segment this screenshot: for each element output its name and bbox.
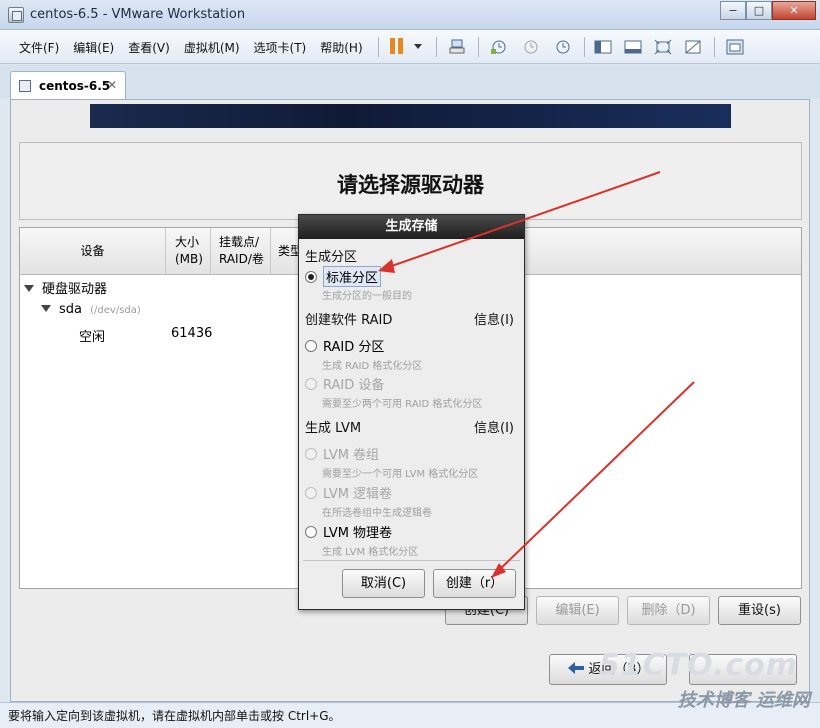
- menu-toolbar: 文件(F) 编辑(E) 查看(V) 虚拟机(M) 选项卡(T) 帮助(H): [0, 30, 820, 64]
- chevron-down-icon[interactable]: [414, 44, 422, 49]
- menu-view[interactable]: 查看(V): [121, 39, 177, 56]
- fullscreen-icon[interactable]: [654, 39, 672, 55]
- vm-icon: [19, 80, 31, 92]
- radio-lvm-volume-group[interactable]: [305, 448, 317, 460]
- disk-path: (/dev/sda): [90, 305, 141, 316]
- option-lvm-logical-volume[interactable]: LVM 逻辑卷: [305, 483, 392, 502]
- standard-partition-label: 标准分区: [323, 266, 382, 287]
- expand-icon[interactable]: [24, 285, 34, 292]
- toolbar-separator: [436, 37, 437, 57]
- free-label: 空闲: [79, 330, 106, 345]
- raid-partition-desc: 生成 RAID 格式化分区: [322, 361, 423, 372]
- option-lvm-volume-group[interactable]: LVM 卷组: [305, 444, 379, 463]
- page-title: 请选择源驱动器: [337, 173, 484, 197]
- disk-label: sda: [59, 302, 82, 317]
- section-create-partition: 生成分区: [305, 250, 358, 265]
- lvm-lv-label: LVM 逻辑卷: [323, 487, 393, 502]
- status-text: 要将输入定向到该虚拟机，请在虚拟机内部单击或按 Ctrl+G。: [8, 709, 341, 723]
- create-storage-dialog: 生成存储 生成分区 标准分区 生成分区的一般目的 创建软件 RAID 信息(I)…: [298, 214, 525, 610]
- tree-row-hard-drives[interactable]: 硬盘驱动器: [24, 278, 107, 297]
- option-raid-partition[interactable]: RAID 分区: [305, 336, 384, 355]
- raid-info-link[interactable]: 信息(I): [474, 309, 514, 328]
- window-title-bar: centos-6.5 - VMware Workstation − □ ✕: [0, 0, 820, 30]
- edit-button[interactable]: 编辑(E): [536, 596, 619, 625]
- column-size[interactable]: 大小 (MB): [166, 228, 211, 275]
- tab-strip: centos-6.5 ✕: [0, 65, 820, 99]
- send-ctrl-alt-del-icon[interactable]: [449, 39, 467, 55]
- radio-lvm-logical-volume[interactable]: [305, 487, 317, 499]
- dialog-title: 生成存储: [299, 215, 524, 239]
- menu-vm[interactable]: 虚拟机(M): [177, 39, 247, 56]
- installer-banner: [90, 104, 731, 128]
- watermark: 51CTO.com 技术博客 运维网: [599, 648, 810, 726]
- lvm-vg-desc: 需要至少一个可用 LVM 格式化分区: [322, 469, 479, 480]
- window-controls: − □ ✕: [720, 1, 816, 20]
- raid-device-label: RAID 设备: [323, 378, 385, 393]
- menu-tabs[interactable]: 选项卡(T): [247, 39, 314, 56]
- lvm-info-link[interactable]: 信息(I): [474, 417, 514, 436]
- vmware-app-icon: [8, 7, 24, 23]
- dialog-cancel-button[interactable]: 取消(C): [342, 569, 425, 598]
- radio-lvm-physical-volume[interactable]: [305, 526, 317, 538]
- sidebar-icon[interactable]: [594, 39, 612, 55]
- snapshot-icon[interactable]: [490, 39, 508, 55]
- raid-device-desc: 需要至少两个可用 RAID 格式化分区: [322, 399, 483, 410]
- toolbar-separator: [478, 37, 479, 57]
- lvm-lv-desc: 在所选卷组中生成逻辑卷: [322, 508, 432, 519]
- close-tab-icon[interactable]: ✕: [107, 78, 117, 92]
- radio-raid-partition[interactable]: [305, 340, 317, 352]
- column-device[interactable]: 设备: [20, 228, 166, 275]
- window-title: centos-6.5 - VMware Workstation: [30, 7, 246, 22]
- installer-header: 请选择源驱动器: [19, 142, 802, 220]
- standard-partition-desc: 生成分区的一般目的: [322, 291, 412, 302]
- menu-bar: 文件(F) 编辑(E) 查看(V) 虚拟机(M) 选项卡(T) 帮助(H): [12, 39, 370, 56]
- raid-partition-label: RAID 分区: [323, 340, 385, 355]
- watermark-line1: 51CTO.com: [598, 648, 798, 683]
- lvm-pv-label: LVM 物理卷: [323, 526, 393, 541]
- hard-drives-label: 硬盘驱动器: [42, 282, 108, 297]
- tab-label: centos-6.5: [39, 79, 111, 93]
- expand-icon[interactable]: [41, 305, 51, 312]
- section-create-lvm: 生成 LVM: [305, 421, 362, 436]
- revert-snapshot-icon[interactable]: [522, 39, 540, 55]
- close-button[interactable]: ✕: [772, 1, 816, 20]
- dialog-divider: [303, 560, 520, 561]
- minimize-button[interactable]: −: [720, 1, 746, 20]
- lvm-pv-desc: 生成 LVM 格式化分区: [322, 547, 419, 558]
- option-standard-partition[interactable]: 标准分区: [305, 266, 382, 287]
- tree-row-free[interactable]: 空闲: [79, 326, 105, 345]
- section-software-raid: 创建软件 RAID: [305, 313, 393, 328]
- arrow-left-icon: [567, 662, 584, 674]
- thumbnail-bar-icon[interactable]: [624, 39, 642, 55]
- unity-icon[interactable]: [684, 39, 702, 55]
- tree-row-sda[interactable]: sda (/dev/sda): [41, 302, 141, 317]
- menu-edit[interactable]: 编辑(E): [66, 39, 121, 56]
- toolbar-separator: [714, 37, 715, 57]
- reset-button[interactable]: 重设(s): [718, 596, 801, 625]
- snapshot-manager-icon[interactable]: [554, 39, 572, 55]
- option-raid-device[interactable]: RAID 设备: [305, 374, 384, 393]
- dialog-create-button[interactable]: 创建（r）: [433, 569, 516, 598]
- tab-centos[interactable]: centos-6.5 ✕: [10, 71, 126, 99]
- column-mount[interactable]: 挂载点/ RAID/卷: [211, 228, 271, 275]
- pause-icon[interactable]: [390, 38, 404, 54]
- radio-raid-device[interactable]: [305, 378, 317, 390]
- option-lvm-physical-volume[interactable]: LVM 物理卷: [305, 522, 392, 541]
- console-view-icon[interactable]: [726, 39, 744, 55]
- watermark-line2: 技术博客 运维网: [677, 690, 810, 711]
- toolbar-separator: [584, 37, 585, 57]
- free-size: 61436: [171, 326, 213, 341]
- menu-help[interactable]: 帮助(H): [313, 39, 369, 56]
- restore-button[interactable]: □: [746, 1, 772, 20]
- delete-button[interactable]: 删除（D): [627, 596, 710, 625]
- lvm-vg-label: LVM 卷组: [323, 448, 380, 463]
- menu-file[interactable]: 文件(F): [12, 39, 66, 56]
- toolbar-separator: [378, 37, 379, 57]
- radio-standard-partition[interactable]: [305, 271, 317, 283]
